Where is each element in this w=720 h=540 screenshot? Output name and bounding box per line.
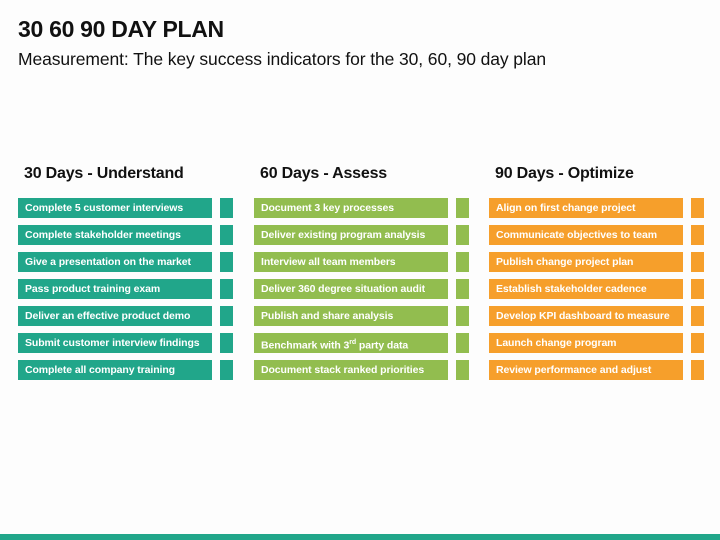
task-row: Pass product training exam	[18, 279, 234, 299]
status-box[interactable]	[220, 333, 233, 353]
task-row: Complete all company training	[18, 360, 234, 380]
column-heading: 90 Days - Optimize	[495, 165, 634, 182]
column-60-days: 60 Days - Assess Document 3 key processe…	[254, 164, 470, 380]
status-box[interactable]	[456, 198, 469, 218]
status-box[interactable]	[220, 225, 233, 245]
column-90-days: 90 Days - Optimize Align on first change…	[489, 164, 705, 380]
task-row: Deliver 360 degree situation audit	[254, 279, 470, 299]
task-label: Submit customer interview findings	[18, 333, 212, 353]
task-label: Complete stakeholder meetings	[18, 225, 212, 245]
task-row: Deliver existing program analysis	[254, 225, 470, 245]
task-label: Publish and share analysis	[254, 306, 448, 326]
status-box[interactable]	[691, 279, 704, 299]
status-box[interactable]	[691, 225, 704, 245]
task-row: Launch change program	[489, 333, 705, 353]
task-row: Document 3 key processes	[254, 198, 470, 218]
bottom-accent-bar	[0, 534, 720, 540]
task-row: Align on first change project	[489, 198, 705, 218]
task-row: Develop KPI dashboard to measure	[489, 306, 705, 326]
status-box[interactable]	[220, 306, 233, 326]
status-box[interactable]	[220, 252, 233, 272]
task-label: Deliver 360 degree situation audit	[254, 279, 448, 299]
task-row: Interview all team members	[254, 252, 470, 272]
task-row: Publish change project plan	[489, 252, 705, 272]
task-label: Communicate objectives to team	[489, 225, 683, 245]
status-box[interactable]	[220, 279, 233, 299]
status-box[interactable]	[691, 198, 704, 218]
task-row: Give a presentation on the market	[18, 252, 234, 272]
task-label: Complete all company training	[18, 360, 212, 380]
task-row: Publish and share analysis	[254, 306, 470, 326]
status-box[interactable]	[691, 333, 704, 353]
page-title: 30 60 90 DAY PLAN	[18, 16, 224, 42]
task-row: Document stack ranked priorities	[254, 360, 470, 380]
status-box[interactable]	[456, 252, 469, 272]
task-label: Align on first change project	[489, 198, 683, 218]
task-label: Complete 5 customer interviews	[18, 198, 212, 218]
task-label: Give a presentation on the market	[18, 252, 212, 272]
task-label: Deliver an effective product demo	[18, 306, 212, 326]
task-row: Submit customer interview findings	[18, 333, 234, 353]
task-label: Benchmark with 3rd party data	[254, 333, 448, 353]
task-row: Deliver an effective product demo	[18, 306, 234, 326]
status-box[interactable]	[456, 306, 469, 326]
task-row: Complete 5 customer interviews	[18, 198, 234, 218]
task-row: Review performance and adjust	[489, 360, 705, 380]
task-label: Interview all team members	[254, 252, 448, 272]
status-box[interactable]	[456, 225, 469, 245]
status-box[interactable]	[456, 360, 469, 380]
task-row: Establish stakeholder cadence	[489, 279, 705, 299]
status-box[interactable]	[220, 198, 233, 218]
status-box[interactable]	[691, 252, 704, 272]
status-box[interactable]	[456, 333, 469, 353]
status-box[interactable]	[691, 306, 704, 326]
column-heading: 60 Days - Assess	[260, 165, 387, 182]
task-label: Review performance and adjust	[489, 360, 683, 380]
task-row: Benchmark with 3rd party data	[254, 333, 470, 353]
task-label: Document stack ranked priorities	[254, 360, 448, 380]
task-row: Complete stakeholder meetings	[18, 225, 234, 245]
task-row: Communicate objectives to team	[489, 225, 705, 245]
status-box[interactable]	[456, 279, 469, 299]
task-label: Develop KPI dashboard to measure	[489, 306, 683, 326]
status-box[interactable]	[691, 360, 704, 380]
column-30-days: 30 Days - Understand Complete 5 customer…	[18, 164, 234, 380]
task-label: Deliver existing program analysis	[254, 225, 448, 245]
task-label: Document 3 key processes	[254, 198, 448, 218]
page-subtitle: Measurement: The key success indicators …	[18, 49, 546, 69]
task-label: Launch change program	[489, 333, 683, 353]
task-label: Publish change project plan	[489, 252, 683, 272]
task-label: Pass product training exam	[18, 279, 212, 299]
column-heading: 30 Days - Understand	[24, 165, 184, 182]
task-label: Establish stakeholder cadence	[489, 279, 683, 299]
status-box[interactable]	[220, 360, 233, 380]
